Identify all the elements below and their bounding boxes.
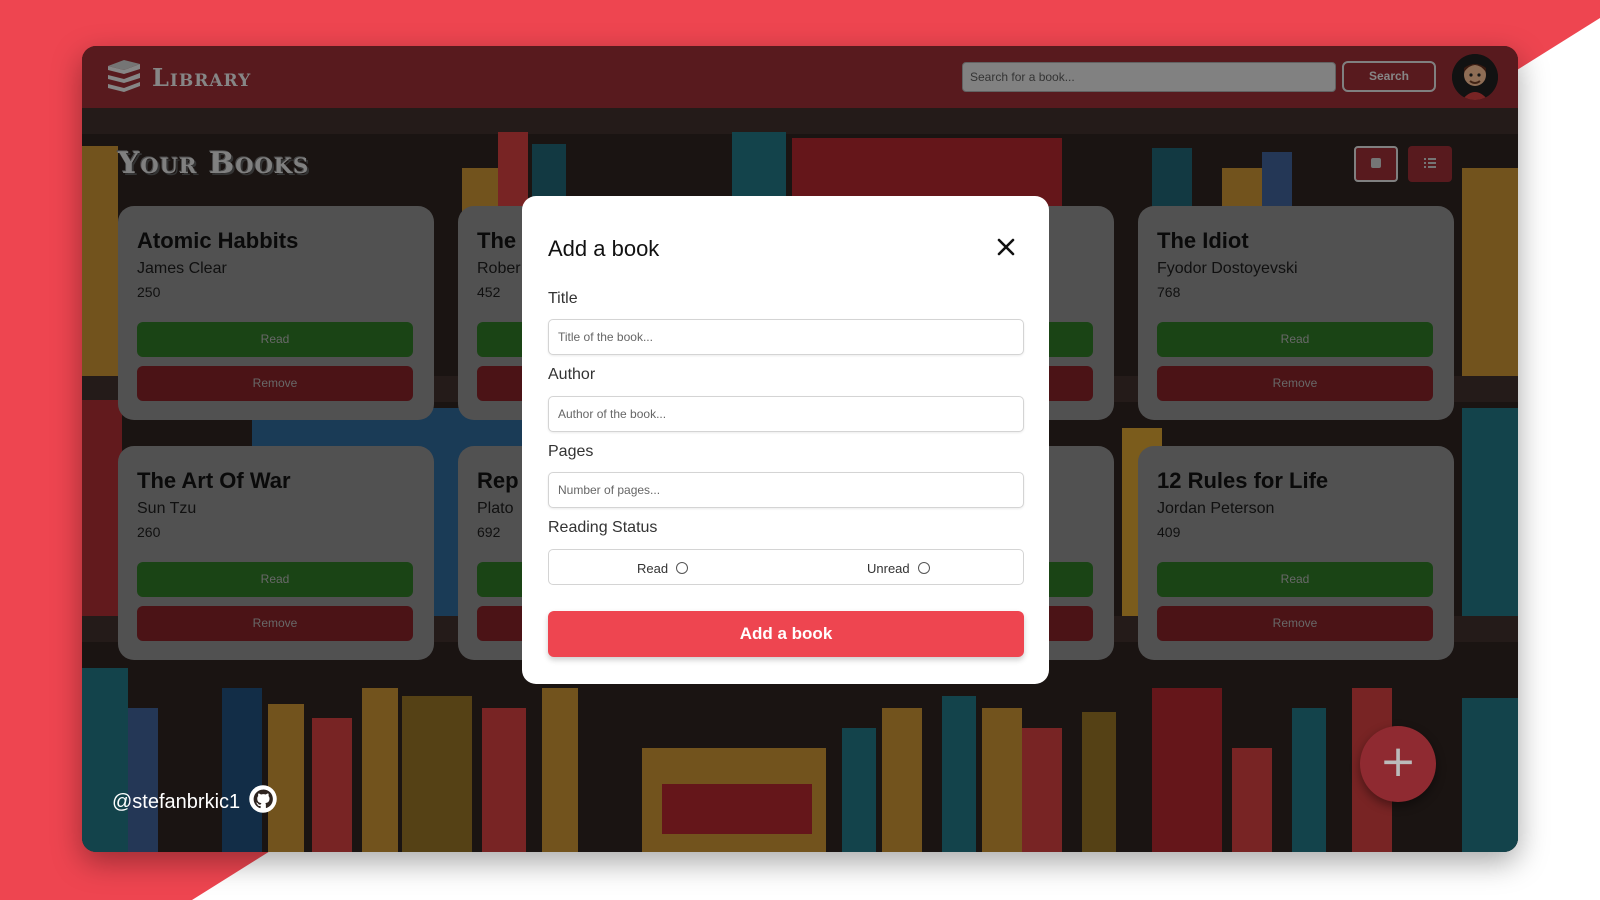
pages-input[interactable]: Number of pages...	[548, 472, 1024, 508]
radio-read-button[interactable]	[676, 562, 689, 574]
author-label: Author	[548, 366, 596, 383]
github-icon	[248, 784, 278, 820]
app-window: Library Search for a book... Search Your…	[82, 46, 1518, 852]
plus-icon: +	[1379, 736, 1417, 787]
author-input[interactable]: Author of the book...	[548, 396, 1024, 432]
reading-status-label: Reading Status	[548, 519, 658, 536]
title-input[interactable]: Title of the book...	[548, 319, 1024, 355]
radio-unread-label: Unread	[867, 560, 910, 576]
radio-unread-button[interactable]	[917, 562, 930, 574]
reading-status-group: Read Unread	[548, 549, 1024, 585]
close-icon[interactable]	[994, 236, 1018, 260]
radio-unread[interactable]: Unread	[867, 550, 930, 586]
add-book-modal: Add a book Title Title of the book... Au…	[522, 196, 1049, 684]
radio-read-label: Read	[637, 560, 669, 576]
add-book-fab[interactable]: +	[1360, 726, 1436, 802]
author-credit[interactable]: @stefanbrkic1	[112, 784, 278, 820]
pages-label: Pages	[548, 443, 594, 460]
author-handle: @stefanbrkic1	[112, 790, 241, 813]
modal-title: Add a book	[548, 236, 660, 261]
title-label: Title	[548, 290, 578, 307]
radio-read[interactable]: Read	[637, 550, 689, 586]
add-book-button[interactable]: Add a book	[548, 611, 1024, 657]
